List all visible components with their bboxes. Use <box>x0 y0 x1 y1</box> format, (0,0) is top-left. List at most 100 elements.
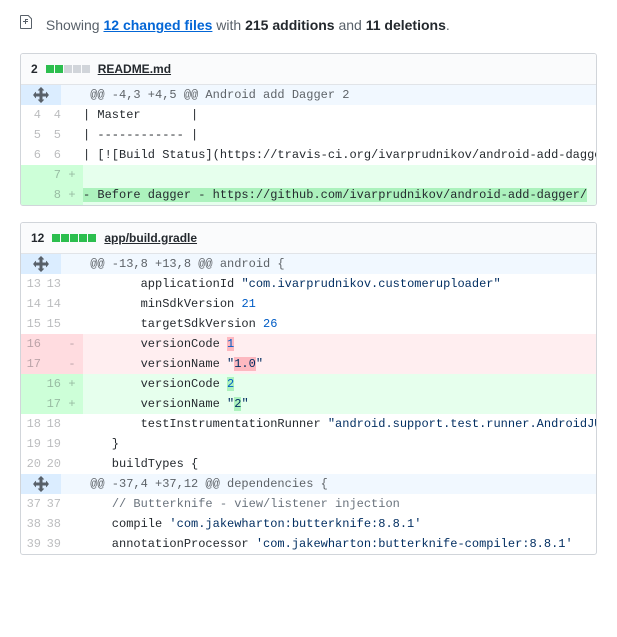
line-marker: + <box>61 185 83 205</box>
code-line: 44 | Master | <box>21 105 596 125</box>
line-number-old[interactable]: 39 <box>21 534 41 554</box>
code-line: 3838 compile 'com.jakewharton:butterknif… <box>21 514 596 534</box>
code-content: minSdkVersion 21 <box>83 294 596 314</box>
line-marker: + <box>61 165 83 185</box>
line-number-old[interactable] <box>21 165 41 185</box>
hunk-header-text: @@ -4,3 +4,5 @@ Android add Dagger 2 <box>83 85 596 105</box>
code-content: | [![Build Status](https://travis-ci.org… <box>83 145 596 165</box>
code-line: 55 | ------------ | <box>21 125 596 145</box>
diff-icon <box>20 14 34 33</box>
expand-hunk-button[interactable] <box>21 85 61 105</box>
file-header: 12app/build.gradle <box>21 223 596 254</box>
code-content: versionCode 1 <box>83 334 596 354</box>
line-number-old[interactable]: 13 <box>21 274 41 294</box>
line-marker <box>61 534 83 554</box>
summary-prefix: Showing <box>46 17 104 33</box>
line-number-new[interactable]: 7 <box>41 165 61 185</box>
code-line: 1515 targetSdkVersion 26 <box>21 314 596 334</box>
hunk-header-row: @@ -4,3 +4,5 @@ Android add Dagger 2 <box>21 85 596 105</box>
code-line: 17- versionName "1.0" <box>21 354 596 374</box>
line-number-old[interactable]: 16 <box>21 334 41 354</box>
changed-files-link[interactable]: 12 changed files <box>103 17 212 33</box>
expand-hunk-button[interactable] <box>21 474 61 494</box>
file-block: 2 README.md @@ -4,3 +4,5 @@ Android add D… <box>20 53 597 206</box>
line-number-new[interactable]: 15 <box>41 314 61 334</box>
line-number-old[interactable]: 15 <box>21 314 41 334</box>
file-name-link[interactable]: app/build.gradle <box>104 231 197 245</box>
line-number-old[interactable]: 20 <box>21 454 41 474</box>
line-number-old[interactable]: 38 <box>21 514 41 534</box>
summary-and: and <box>335 17 366 33</box>
code-line: 1414 minSdkVersion 21 <box>21 294 596 314</box>
file-block: 12app/build.gradle @@ -13,8 +13,8 @@ and… <box>20 222 597 555</box>
line-marker <box>61 514 83 534</box>
code-content: testInstrumentationRunner "android.suppo… <box>83 414 596 434</box>
line-number-new[interactable]: 6 <box>41 145 61 165</box>
code-line: 16+ versionCode 2 <box>21 374 596 394</box>
line-number-new[interactable]: 8 <box>41 185 61 205</box>
line-marker <box>61 454 83 474</box>
hunk-header-row: @@ -37,4 +37,12 @@ dependencies { <box>21 474 596 494</box>
line-number-new[interactable]: 13 <box>41 274 61 294</box>
line-number-old[interactable]: 37 <box>21 494 41 514</box>
code-content: | Master | <box>83 105 596 125</box>
code-line: 2020 buildTypes { <box>21 454 596 474</box>
line-number-new[interactable]: 39 <box>41 534 61 554</box>
line-number-old[interactable]: 14 <box>21 294 41 314</box>
code-line: 1818 testInstrumentationRunner "android.… <box>21 414 596 434</box>
code-line: 8+- Before dagger - https://github.com/i… <box>21 185 596 205</box>
line-number-old[interactable]: 19 <box>21 434 41 454</box>
line-number-old[interactable]: 5 <box>21 125 41 145</box>
line-marker <box>61 105 83 125</box>
line-number-new[interactable]: 4 <box>41 105 61 125</box>
line-marker: - <box>61 354 83 374</box>
line-number-new[interactable]: 14 <box>41 294 61 314</box>
line-number-old[interactable]: 6 <box>21 145 41 165</box>
line-marker <box>61 125 83 145</box>
code-line: 66 | [![Build Status](https://travis-ci.… <box>21 145 596 165</box>
diff-table: @@ -4,3 +4,5 @@ Android add Dagger 244 |… <box>21 85 596 205</box>
line-marker <box>61 434 83 454</box>
line-number-new[interactable]: 38 <box>41 514 61 534</box>
additions-count: 215 additions <box>245 17 334 33</box>
file-header: 2 README.md <box>21 54 596 85</box>
file-name-link[interactable]: README.md <box>98 62 171 76</box>
line-number-old[interactable] <box>21 374 41 394</box>
line-marker <box>61 414 83 434</box>
line-number-new[interactable]: 20 <box>41 454 61 474</box>
line-marker <box>61 494 83 514</box>
expand-hunk-button[interactable] <box>21 254 61 274</box>
diffstat-blocks <box>52 234 96 242</box>
line-number-new[interactable] <box>41 334 61 354</box>
line-number-new[interactable]: 16 <box>41 374 61 394</box>
line-number-new[interactable]: 18 <box>41 414 61 434</box>
code-content <box>83 165 596 185</box>
code-content: compile 'com.jakewharton:butterknife:8.8… <box>83 514 596 534</box>
code-content: targetSdkVersion 26 <box>83 314 596 334</box>
line-number-new[interactable]: 19 <box>41 434 61 454</box>
line-number-old[interactable] <box>21 185 41 205</box>
summary-mid: with <box>212 17 245 33</box>
code-line: 1313 applicationId "com.ivarprudnikov.cu… <box>21 274 596 294</box>
diff-table: @@ -13,8 +13,8 @@ android {1313 applicat… <box>21 254 596 554</box>
line-number-old[interactable]: 4 <box>21 105 41 125</box>
diffstat-blocks <box>46 65 90 73</box>
code-line: 3939 annotationProcessor 'com.jakewharto… <box>21 534 596 554</box>
line-number-new[interactable]: 17 <box>41 394 61 414</box>
line-marker: + <box>61 374 83 394</box>
code-content: // Butterknife - view/listener injection <box>83 494 596 514</box>
line-marker <box>61 274 83 294</box>
line-marker: - <box>61 334 83 354</box>
line-number-new[interactable]: 5 <box>41 125 61 145</box>
file-stat-count: 2 <box>31 62 38 76</box>
line-number-old[interactable] <box>21 394 41 414</box>
line-number-new[interactable] <box>41 354 61 374</box>
line-number-old[interactable]: 17 <box>21 354 41 374</box>
line-number-old[interactable]: 18 <box>21 414 41 434</box>
diff-summary: Showing 12 changed files with 215 additi… <box>0 0 617 53</box>
line-number-new[interactable]: 37 <box>41 494 61 514</box>
code-content: applicationId "com.ivarprudnikov.custome… <box>83 274 596 294</box>
code-content: versionName "1.0" <box>83 354 596 374</box>
code-line: 17+ versionName "2" <box>21 394 596 414</box>
code-content: versionCode 2 <box>83 374 596 394</box>
